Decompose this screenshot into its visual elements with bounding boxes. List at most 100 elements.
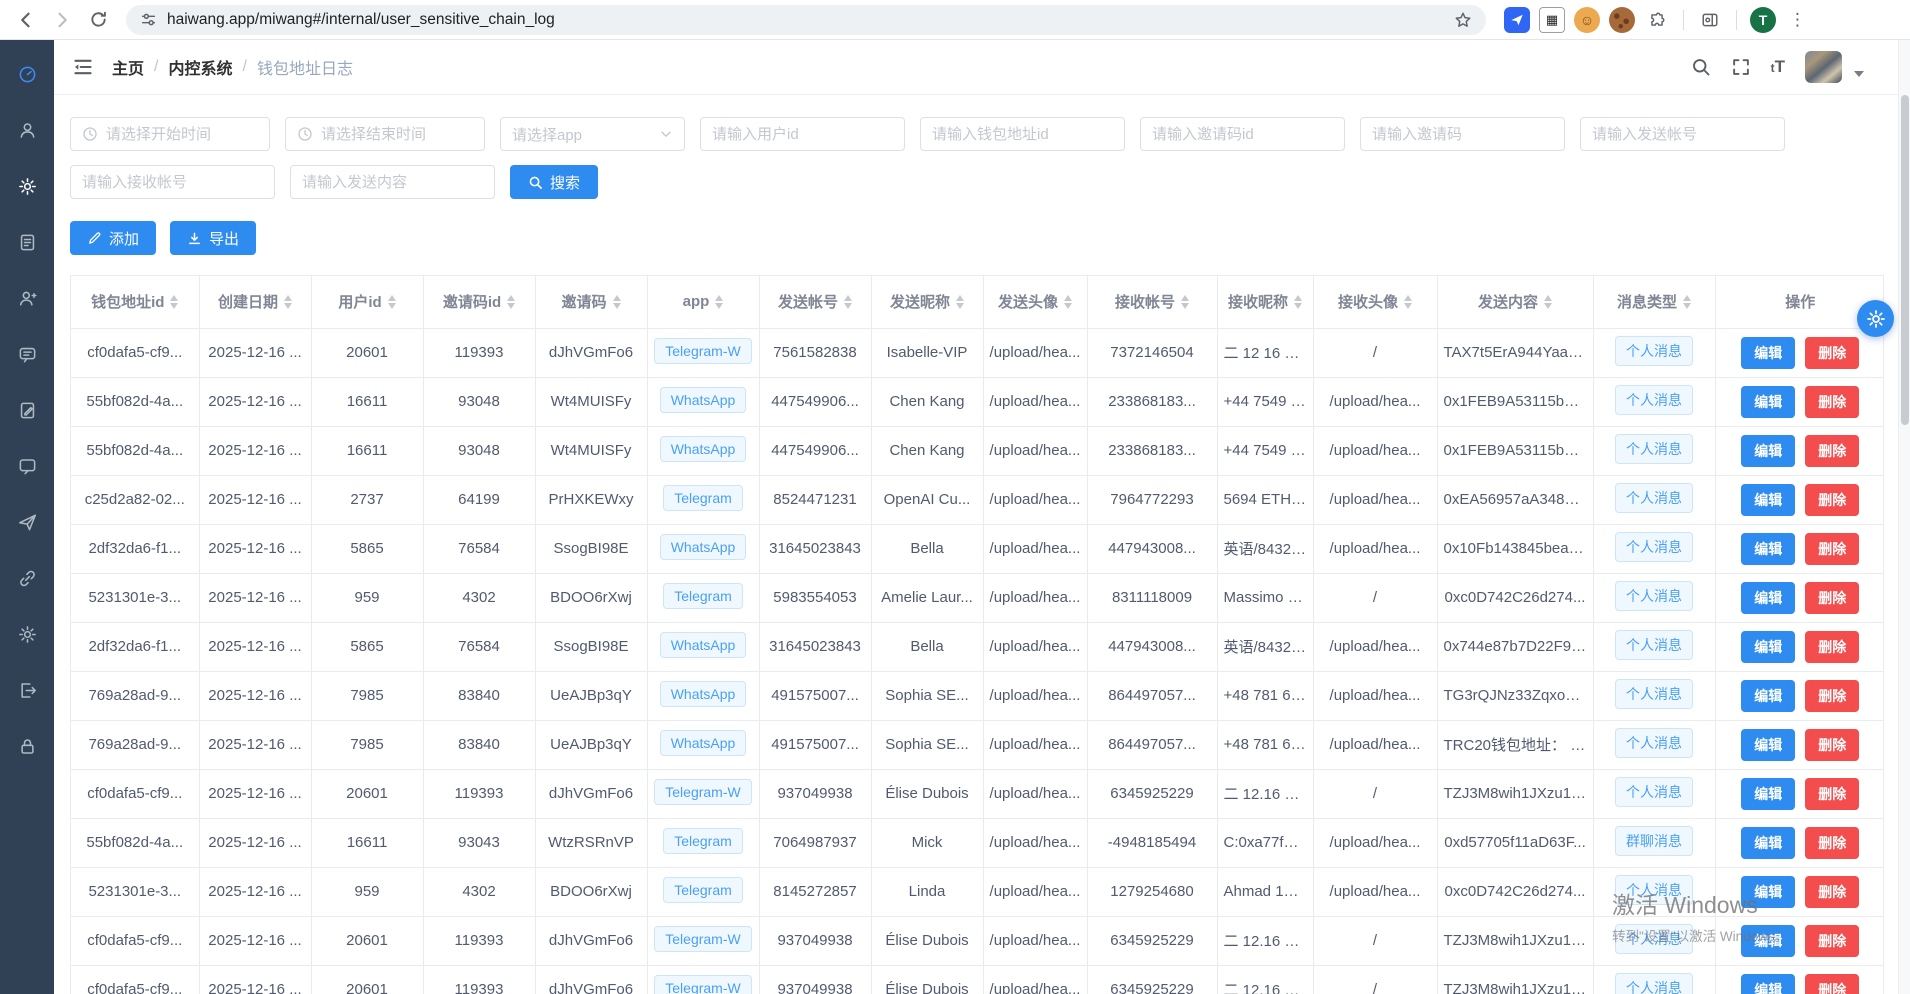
add-button[interactable]: 添加: [70, 221, 156, 255]
delete-button[interactable]: 删除: [1805, 778, 1859, 810]
sort-carets-icon[interactable]: [1404, 295, 1412, 309]
column-header[interactable]: 邀请码id: [423, 276, 535, 328]
reload-icon[interactable]: [82, 4, 114, 36]
site-settings-icon[interactable]: [140, 11, 157, 28]
dashboard-icon[interactable]: [0, 46, 54, 102]
exit-icon[interactable]: [0, 662, 54, 718]
edit-button[interactable]: 编辑: [1741, 386, 1795, 418]
extension-cookie-icon[interactable]: [1609, 7, 1635, 33]
wallet-id-field[interactable]: [920, 117, 1125, 151]
lock-icon[interactable]: [0, 718, 54, 774]
column-header[interactable]: 发送帐号: [759, 276, 871, 328]
extension-emoji-icon[interactable]: ☺: [1574, 7, 1600, 33]
browser-profile-avatar[interactable]: T: [1750, 7, 1776, 33]
column-header[interactable]: 接收昵称: [1217, 276, 1313, 328]
delete-button[interactable]: 删除: [1805, 386, 1859, 418]
recv-account-field[interactable]: [70, 165, 275, 199]
column-header[interactable]: 创建日期: [199, 276, 311, 328]
sort-carets-icon[interactable]: [284, 295, 292, 309]
edit-button[interactable]: 编辑: [1741, 876, 1795, 908]
user-id-input[interactable]: [712, 126, 893, 143]
delete-button[interactable]: 删除: [1805, 533, 1859, 565]
column-header[interactable]: 发送内容: [1437, 276, 1593, 328]
start-time-input[interactable]: [106, 126, 258, 143]
edit-button[interactable]: 编辑: [1741, 435, 1795, 467]
collapse-menu-icon[interactable]: [72, 56, 94, 78]
send-content-input[interactable]: [302, 174, 483, 191]
sort-carets-icon[interactable]: [715, 295, 723, 309]
end-time-input[interactable]: [321, 126, 473, 143]
link-icon[interactable]: [0, 550, 54, 606]
sort-carets-icon[interactable]: [1683, 295, 1691, 309]
user-manage-icon[interactable]: [0, 270, 54, 326]
edit-button[interactable]: 编辑: [1741, 778, 1795, 810]
column-header[interactable]: 接收头像: [1313, 276, 1437, 328]
gear-icon[interactable]: [0, 158, 54, 214]
column-header[interactable]: 钱包地址id: [71, 276, 199, 328]
delete-button[interactable]: 删除: [1805, 974, 1859, 994]
delete-button[interactable]: 删除: [1805, 680, 1859, 712]
edit-button[interactable]: 编辑: [1741, 337, 1795, 369]
bookmark-star-icon[interactable]: [1454, 11, 1472, 29]
delete-button[interactable]: 删除: [1805, 484, 1859, 516]
edit-button[interactable]: 编辑: [1741, 827, 1795, 859]
chat-icon[interactable]: [0, 438, 54, 494]
sort-carets-icon[interactable]: [844, 295, 852, 309]
invite-id-field[interactable]: [1140, 117, 1345, 151]
back-icon[interactable]: [10, 4, 42, 36]
delete-button[interactable]: 删除: [1805, 631, 1859, 663]
edit-doc-icon[interactable]: [0, 382, 54, 438]
edit-button[interactable]: 编辑: [1741, 484, 1795, 516]
search-button[interactable]: 搜索: [510, 165, 598, 199]
column-header[interactable]: 邀请码: [535, 276, 647, 328]
caret-down-icon[interactable]: [1854, 71, 1864, 77]
font-size-icon[interactable]: tT: [1771, 57, 1785, 77]
sort-carets-icon[interactable]: [1181, 295, 1189, 309]
edit-button[interactable]: 编辑: [1741, 925, 1795, 957]
side-panel-icon[interactable]: [1697, 7, 1723, 33]
settings-icon[interactable]: [0, 606, 54, 662]
sort-carets-icon[interactable]: [956, 295, 964, 309]
edit-button[interactable]: 编辑: [1741, 680, 1795, 712]
page-scrollbar[interactable]: [1898, 40, 1910, 994]
column-header[interactable]: 用户id: [311, 276, 423, 328]
comment-icon[interactable]: [0, 326, 54, 382]
scrollbar-thumb[interactable]: [1901, 95, 1909, 425]
send-content-field[interactable]: [290, 165, 495, 199]
export-button[interactable]: 导出: [170, 221, 256, 255]
fullscreen-icon[interactable]: [1731, 57, 1751, 77]
delete-button[interactable]: 删除: [1805, 729, 1859, 761]
end-time-picker[interactable]: [285, 117, 485, 151]
delete-button[interactable]: 删除: [1805, 337, 1859, 369]
sort-carets-icon[interactable]: [613, 295, 621, 309]
invite-code-input[interactable]: [1372, 126, 1553, 143]
extensions-puzzle-icon[interactable]: [1644, 7, 1670, 33]
sort-carets-icon[interactable]: [1294, 295, 1302, 309]
delete-button[interactable]: 删除: [1805, 827, 1859, 859]
sort-carets-icon[interactable]: [170, 295, 178, 309]
edit-button[interactable]: 编辑: [1741, 974, 1795, 994]
wallet-id-input[interactable]: [932, 126, 1113, 143]
app-select[interactable]: 请选择app: [500, 117, 685, 151]
order-list-icon[interactable]: [0, 214, 54, 270]
column-header[interactable]: 消息类型: [1593, 276, 1715, 328]
extension-blue-icon[interactable]: [1504, 7, 1530, 33]
column-header[interactable]: app: [647, 276, 759, 328]
send-account-input[interactable]: [1592, 126, 1773, 143]
column-header[interactable]: 接收帐号: [1087, 276, 1217, 328]
column-header[interactable]: 发送头像: [983, 276, 1087, 328]
edit-button[interactable]: 编辑: [1741, 729, 1795, 761]
browser-menu-icon[interactable]: ⋮: [1785, 10, 1810, 30]
breadcrumb-item[interactable]: 内控系统: [168, 55, 232, 79]
edit-button[interactable]: 编辑: [1741, 533, 1795, 565]
delete-button[interactable]: 删除: [1805, 582, 1859, 614]
url-text[interactable]: haiwang.app/miwang#/internal/user_sensit…: [167, 11, 1444, 29]
user-id-field[interactable]: [700, 117, 905, 151]
user-icon[interactable]: [0, 102, 54, 158]
edit-button[interactable]: 编辑: [1741, 631, 1795, 663]
invite-id-input[interactable]: [1152, 126, 1333, 143]
sort-carets-icon[interactable]: [388, 295, 396, 309]
start-time-picker[interactable]: [70, 117, 270, 151]
sort-carets-icon[interactable]: [507, 295, 515, 309]
table-settings-fab[interactable]: [1857, 300, 1894, 337]
